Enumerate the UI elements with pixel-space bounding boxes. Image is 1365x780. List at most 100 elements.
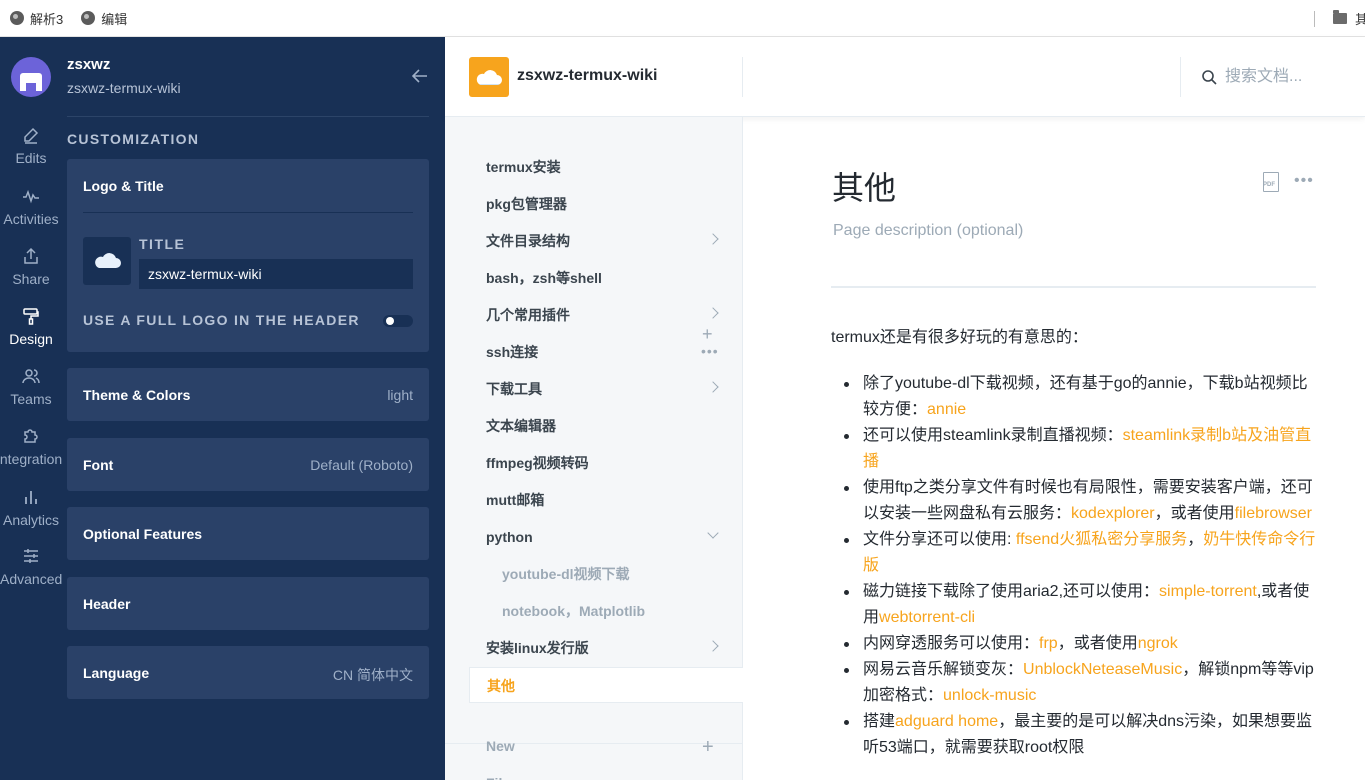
bookmark-item[interactable]: 解析3 <box>10 9 63 28</box>
language-card[interactable]: Language CN 简体中文 <box>67 646 429 699</box>
toc-item[interactable]: 文件目录结构 <box>469 223 743 259</box>
rail-label: Integrations <box>0 451 70 467</box>
toc-label: 文件目录结构 <box>486 233 570 249</box>
bullet-list: 除了youtube-dl下载视频，还有基于go的annie，下载b站视频比较方便… <box>831 371 1321 761</box>
share-icon <box>24 247 38 264</box>
toc-item[interactable]: pkg包管理器 <box>469 186 743 222</box>
bookmark-folder-label: 其 <box>1354 12 1365 27</box>
space-title[interactable]: zsxwz-termux-wiki <box>517 67 657 85</box>
cloud-icon <box>95 253 121 268</box>
rail-item-analytics[interactable]: Analytics <box>0 488 62 528</box>
toc-label: 文本编辑器 <box>486 418 556 434</box>
card-title: Header <box>83 596 131 612</box>
theme-colors-card[interactable]: Theme & Colors light <box>67 368 429 421</box>
content-link[interactable]: kodexplorer <box>1071 505 1155 522</box>
toc-item[interactable]: termux安装 <box>469 149 743 185</box>
chevron-right-icon[interactable] <box>707 640 719 652</box>
logo-upload[interactable] <box>83 237 131 285</box>
toc-label: python <box>486 529 533 545</box>
chevron-down-icon[interactable] <box>707 527 719 539</box>
list-item: 还可以使用steamlink录制直播视频：steamlink录制b站及油管直播 <box>831 423 1321 475</box>
pdf-export-icon[interactable]: PDF <box>1263 172 1279 192</box>
rail-item-activities[interactable]: Activities <box>0 187 62 227</box>
new-page-label[interactable]: New <box>486 738 515 754</box>
chevron-right-icon[interactable] <box>707 307 719 319</box>
rail-item-share[interactable]: Share <box>0 247 62 287</box>
folder-icon <box>1332 10 1347 24</box>
list-text: 磁力链接下载除了使用aria2,还可以使用： <box>863 583 1160 600</box>
more-options-icon[interactable]: ••• <box>1294 172 1314 190</box>
bookmark-folder[interactable]: 其 <box>1313 0 1365 37</box>
toc-item[interactable]: 文本编辑器 <box>469 408 743 444</box>
list-item: 使用ftp之类分享文件有时候也有局限性，需要安装客户端，还可以安装一些网盘私有云… <box>831 475 1321 527</box>
toc-label: mutt邮箱 <box>486 492 545 508</box>
space-logo[interactable] <box>469 57 509 97</box>
toc-label: 其他 <box>487 678 515 694</box>
rail-item-integrations[interactable]: Integrations <box>0 427 70 467</box>
search-input[interactable] <box>1225 65 1355 89</box>
globe-icon <box>10 11 24 25</box>
content-link[interactable]: webtorrent-cli <box>879 609 975 626</box>
toc-item[interactable]: ffmpeg视频转码 <box>469 445 743 481</box>
page-description[interactable]: Page description (optional) <box>833 222 1023 240</box>
more-options-icon[interactable]: ••• <box>701 344 719 358</box>
chevron-right-icon[interactable] <box>707 381 719 393</box>
list-text: 内网穿透服务可以使用： <box>863 635 1040 652</box>
page-title[interactable]: 其他 <box>832 163 896 209</box>
rail-label: Analytics <box>2 512 60 528</box>
toc-item[interactable]: mutt邮箱 <box>469 482 743 518</box>
customization-panel: zsxwz zsxwz-termux-wiki CUSTOMIZATION Lo… <box>62 37 445 780</box>
toc-label: 几个常用插件 <box>486 307 570 323</box>
list-text: 文件分享还可以使用: <box>863 531 1016 548</box>
toc-item[interactable]: python <box>469 519 743 555</box>
toc-subitem[interactable]: notebook，Matplotlib <box>469 593 743 629</box>
header-card[interactable]: Header <box>67 577 429 630</box>
globe-icon <box>81 11 96 25</box>
avatar[interactable] <box>11 57 51 97</box>
content-link[interactable]: annie <box>927 401 966 418</box>
activity-icon <box>23 189 39 204</box>
rail-item-teams[interactable]: Teams <box>0 367 62 407</box>
list-item: 网易云音乐解锁变灰：UnblockNeteaseMusic，解锁npm等等vip… <box>831 657 1321 709</box>
toc-item[interactable]: 安装linux发行版 <box>469 630 743 666</box>
cloud-icon <box>476 70 502 85</box>
rail-label: Edits <box>15 150 47 166</box>
content-area: zsxwz-termux-wiki termux安装 pkg包管理器 文件目录结… <box>445 37 1365 780</box>
bookmarks-bar: 解析3 编辑 其 <box>0 0 1365 37</box>
bookmark-label: 解析3 <box>30 11 64 27</box>
content-link[interactable]: simple-torrent <box>1159 583 1257 600</box>
back-arrow-icon[interactable] <box>411 69 428 83</box>
bookmark-label: 编辑 <box>101 11 128 27</box>
rail-item-design[interactable]: Design <box>0 307 62 347</box>
chevron-right-icon[interactable] <box>707 233 719 245</box>
font-card[interactable]: Font Default (Roboto) <box>67 438 429 491</box>
content-link[interactable]: ffsend火狐私密分享服务 <box>1016 531 1187 548</box>
list-item: 磁力链接下载除了使用aria2,还可以使用：simple-torrent,或者使… <box>831 579 1321 631</box>
add-icon[interactable]: + <box>702 737 714 757</box>
toc-label: 安装linux发行版 <box>486 640 589 656</box>
list-item: 搭建adguard home，最主要的是可以解决dns污染，如果想要监听53端口… <box>831 709 1321 761</box>
content-link[interactable]: filebrowser <box>1235 505 1312 522</box>
bookmark-item[interactable]: 编辑 <box>81 9 127 28</box>
divider <box>1313 10 1315 27</box>
full-logo-toggle[interactable] <box>383 315 413 327</box>
content-link[interactable]: UnblockNeteaseMusic <box>1023 661 1182 678</box>
title-input[interactable] <box>139 259 413 289</box>
rail-item-edits[interactable]: Edits <box>0 126 62 166</box>
content-link[interactable]: ngrok <box>1138 635 1178 652</box>
card-title: Theme & Colors <box>83 387 191 403</box>
optional-features-card[interactable]: Optional Features <box>67 507 429 560</box>
toc-label: notebook，Matplotlib <box>502 603 646 619</box>
toc-item-active[interactable]: 其他 <box>469 667 743 703</box>
toc-item[interactable]: 下载工具 <box>469 371 743 407</box>
card-title: Font <box>83 457 114 473</box>
toc-item[interactable]: bash，zsh等shell <box>469 260 743 296</box>
rail-item-advanced[interactable]: Advanced <box>0 547 62 587</box>
content-link[interactable]: frp <box>1039 635 1058 652</box>
toc-subitem[interactable]: youtube-dl视频下载 <box>469 556 743 592</box>
file-label[interactable]: File <box>486 775 510 780</box>
content-link[interactable]: adguard home <box>895 713 998 730</box>
card-title[interactable]: Logo & Title <box>83 178 164 194</box>
title-label: TITLE <box>139 236 186 252</box>
content-link[interactable]: unlock-music <box>943 687 1036 704</box>
